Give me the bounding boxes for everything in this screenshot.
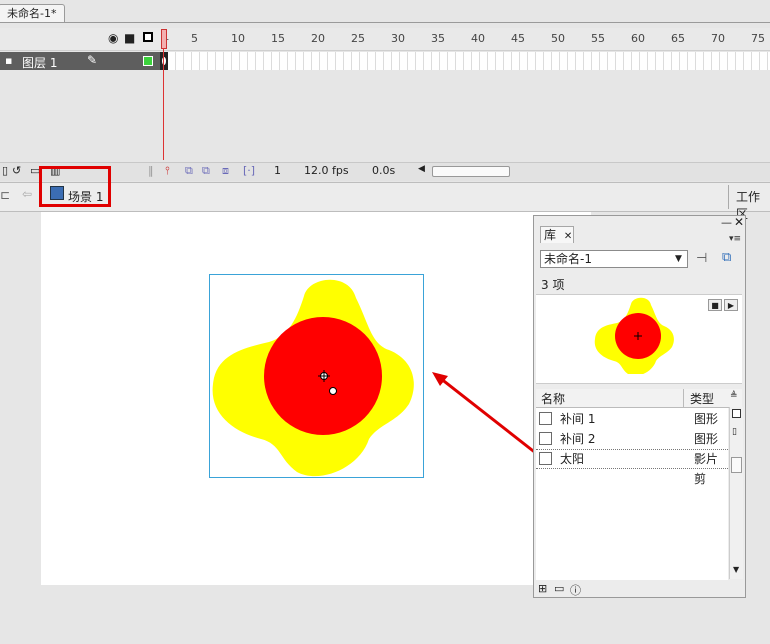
ruler-label: 40: [471, 32, 485, 45]
ruler-label: 50: [551, 32, 565, 45]
ruler-label: 35: [431, 32, 445, 45]
ruler-label: 60: [631, 32, 645, 45]
library-item-type: 影片剪: [694, 452, 719, 486]
scroll-left-icon[interactable]: ◀: [418, 164, 425, 174]
playhead[interactable]: [161, 29, 167, 49]
column-name-header[interactable]: 名称: [541, 390, 565, 407]
outline-icon[interactable]: [143, 32, 153, 42]
ruler-label: 5: [191, 32, 198, 45]
library-item-name: 补间 2: [560, 432, 596, 446]
list-item[interactable]: 太阳 影片剪: [536, 449, 728, 486]
ruler-label: 65: [671, 32, 685, 45]
library-document-select[interactable]: 未命名-1 ▼: [540, 250, 688, 268]
lock-icon[interactable]: ■: [124, 31, 135, 45]
timeline-toggle-icon[interactable]: ⊏: [0, 188, 10, 202]
column-divider[interactable]: [683, 389, 684, 407]
pin-library-icon[interactable]: ⊣: [696, 251, 707, 266]
ruler-label: 45: [511, 32, 525, 45]
timeline-scrollbar[interactable]: [432, 166, 510, 177]
ruler-label: 10: [231, 32, 245, 45]
properties-icon[interactable]: ⓘ: [570, 582, 581, 598]
library-item-list: 补间 1 图形 补间 2 图形 太阳 影片剪: [536, 408, 728, 580]
toggle-view-icon[interactable]: [732, 409, 741, 418]
scroll-down-icon[interactable]: ▼: [733, 565, 739, 574]
close-panel-icon[interactable]: ✕: [734, 215, 744, 229]
transform-point-icon: [329, 387, 337, 395]
document-tab-title: 未命名-1*: [7, 7, 57, 20]
timeline-ruler[interactable]: ◉ ■ 1 5 10 15 20 25 30 35 40 45 55 50 60…: [0, 28, 770, 51]
frame-cells[interactable]: [160, 52, 770, 70]
library-tab-label: 库: [544, 228, 557, 242]
new-library-panel-icon[interactable]: ⧉: [722, 250, 731, 265]
library-item-name: 补间 1: [560, 412, 596, 426]
library-item-name: 太阳: [560, 452, 585, 466]
ruler-label: 30: [391, 32, 405, 45]
library-scrollbar[interactable]: ▯ ▼: [729, 407, 743, 579]
ruler-label: 75: [751, 32, 765, 45]
play-icon[interactable]: ▶: [724, 299, 738, 311]
current-frame: 1: [274, 164, 281, 177]
timeline-status-bar: ▯ ↺ ▭ ▥ ‖ ⫯ ⧉ ⧉ ⧈ [·] 1 12.0 fps 0.0s ◀: [0, 162, 770, 181]
column-type-header[interactable]: 类型: [690, 390, 714, 407]
graphic-symbol-icon: [539, 432, 552, 445]
edit-frames-icon[interactable]: ⧈: [222, 164, 229, 178]
separator: [728, 185, 729, 209]
document-tab[interactable]: 未命名-1*: [0, 4, 66, 23]
edit-bar: ⊏ ⇦ 场景 1 工作区: [0, 182, 770, 221]
tab-library[interactable]: 库 ✕: [540, 226, 574, 243]
ruler-label: 70: [711, 32, 725, 45]
graphic-symbol-icon: [539, 412, 552, 425]
library-item-type: 图形: [694, 432, 719, 446]
layer-row[interactable]: ▪ 图层 1 ✎: [0, 52, 160, 70]
library-preview: ■ ▶: [536, 294, 742, 384]
close-tab-icon[interactable]: ✕: [564, 231, 572, 242]
sort-order-icon[interactable]: ≜: [730, 391, 738, 401]
trash-icon[interactable]: ▯: [732, 427, 737, 437]
onion-skin-icon[interactable]: ⧉: [185, 164, 193, 178]
minimize-icon[interactable]: —: [721, 216, 732, 229]
add-guide-icon[interactable]: ↺: [12, 164, 21, 177]
back-arrow-icon[interactable]: ⇦: [22, 187, 32, 201]
layer-color-icon[interactable]: [143, 56, 153, 66]
dropdown-arrow-icon: ▼: [675, 254, 682, 264]
ruler-label: 25: [351, 32, 365, 45]
onion-outline-icon[interactable]: ⧉: [202, 164, 210, 178]
panel-menu-icon[interactable]: ▾≡: [729, 234, 741, 244]
layer-type-icon: ▪: [5, 54, 13, 67]
center-frame-icon[interactable]: ⫯: [165, 164, 170, 178]
list-item[interactable]: 补间 2 图形: [536, 429, 728, 449]
frame-rate[interactable]: 12.0 fps: [304, 164, 349, 177]
new-folder-icon[interactable]: ▭: [554, 582, 564, 595]
ruler-label: 15: [271, 32, 285, 45]
ruler-label: 55: [591, 32, 605, 45]
elapsed-time: 0.0s: [372, 164, 396, 177]
scroll-thumb[interactable]: [731, 457, 742, 473]
pencil-icon: ✎: [87, 53, 98, 67]
divider-grip[interactable]: ‖: [148, 164, 154, 177]
ruler-label: 20: [311, 32, 325, 45]
new-symbol-icon[interactable]: ⊞: [538, 582, 547, 595]
library-item-count: 3 项: [541, 278, 565, 292]
onion-markers-icon[interactable]: [·]: [243, 164, 255, 177]
sun-preview-image: [594, 297, 674, 374]
library-item-type: 图形: [694, 412, 719, 426]
list-item[interactable]: 补间 1 图形: [536, 409, 728, 429]
add-layer-icon[interactable]: ▯: [2, 164, 8, 177]
library-list-header: 名称 类型 ≜: [536, 389, 742, 408]
tab-divider: [0, 22, 770, 23]
eye-icon[interactable]: ◉: [108, 31, 118, 45]
movie-clip-symbol-icon: [539, 452, 552, 465]
layer-name: 图层 1: [22, 56, 58, 70]
library-document-label: 未命名-1: [544, 252, 592, 266]
sun-symbol[interactable]: [209, 274, 425, 480]
highlight-box: [39, 166, 111, 207]
stop-icon[interactable]: ■: [708, 299, 722, 311]
playhead-line: [163, 48, 164, 160]
